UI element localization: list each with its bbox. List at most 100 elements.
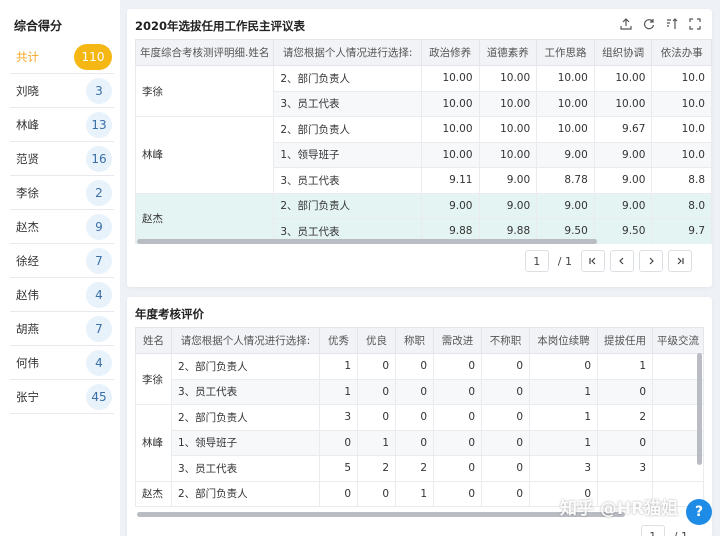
value-cell: 1	[529, 404, 598, 431]
fullscreen-icon[interactable]	[688, 17, 702, 31]
column-header[interactable]: 提拔任用	[597, 327, 653, 354]
sidebar-item[interactable]: 范贤 16	[10, 142, 114, 176]
value-cell: 10.00	[478, 65, 538, 92]
page-number-input[interactable]: 1	[524, 250, 549, 272]
annual-review-table: 姓名 请您根据个人情况进行选择: 优秀 优良 称职 需改进 不称职 本岗位续聘 提拔任用 平级交流…	[135, 327, 704, 507]
sidebar-item[interactable]: 刘晓 3	[10, 74, 114, 108]
column-header[interactable]: 政治修养	[420, 39, 480, 66]
table-row: 林峰 2、部门负责人 10.00 10.00 10.00 9.67 10.0	[135, 116, 712, 194]
last-page-icon	[677, 257, 684, 265]
column-header[interactable]: 平级交流	[652, 327, 704, 354]
next-page-button[interactable]	[639, 250, 663, 272]
column-header[interactable]: 请您根据个人情况进行选择:	[171, 327, 320, 354]
table-row: 1、领导班子 0 1 0 0 0 1 0	[136, 429, 704, 456]
respondent-type-cell: 1、领导班子	[171, 429, 320, 456]
value-cell: 10.00	[420, 116, 480, 143]
value-cell: 0	[597, 429, 653, 456]
sidebar-item[interactable]: 张宁 45	[10, 380, 114, 414]
column-header[interactable]: 称职	[395, 327, 434, 354]
panel-title: 2020年选拔任用工作民主评议表	[135, 19, 306, 33]
table-row: 李徐 2、部门负责人 1 0 0 0 0 0 1	[135, 353, 704, 405]
respondent-type-cell: 3、员工代表	[273, 167, 422, 194]
group-name-cell: 赵杰	[135, 192, 275, 244]
column-header[interactable]: 工作思路	[536, 39, 595, 66]
sidebar-item[interactable]: 赵杰 9	[10, 210, 114, 244]
horizontal-scrollbar[interactable]	[137, 512, 625, 517]
score-badge: 9	[86, 213, 112, 240]
first-page-icon	[589, 257, 596, 265]
column-header[interactable]: 优秀	[319, 327, 358, 354]
panel-toolbar	[619, 17, 702, 31]
value-cell: 0	[395, 404, 434, 431]
value-cell	[652, 353, 704, 380]
last-page-button[interactable]	[668, 250, 692, 272]
sidebar-item[interactable]: 共计 110	[10, 40, 114, 74]
refresh-icon[interactable]	[642, 17, 656, 31]
value-cell	[652, 429, 704, 456]
page-number-input[interactable]: 1	[640, 525, 665, 536]
sidebar-item-name: 何伟	[16, 355, 39, 370]
value-cell: 10.0	[651, 90, 712, 117]
column-header[interactable]: 组织协调	[593, 39, 653, 66]
sidebar-item[interactable]: 李徐 2	[10, 176, 114, 210]
value-cell: 2	[597, 404, 653, 431]
value-cell: 10.00	[478, 141, 538, 168]
first-page-button[interactable]	[581, 250, 605, 272]
sidebar-title: 综合得分	[14, 19, 63, 33]
value-cell: 9.00	[593, 192, 653, 219]
page-total: / 1	[557, 254, 572, 268]
column-header[interactable]: 本岗位续聘	[529, 327, 598, 354]
column-header[interactable]: 道德素养	[478, 39, 538, 66]
value-cell	[652, 404, 704, 431]
value-cell: 1	[529, 429, 598, 456]
value-cell: 10.00	[536, 90, 595, 117]
sort-icon[interactable]	[665, 17, 679, 31]
score-badge: 2	[86, 179, 112, 206]
sidebar-item[interactable]: 赵伟 4	[10, 278, 114, 312]
sidebar-item[interactable]: 何伟 4	[10, 346, 114, 380]
horizontal-scrollbar[interactable]	[137, 239, 597, 244]
value-cell: 0	[433, 378, 482, 405]
column-header[interactable]: 不称职	[481, 327, 530, 354]
value-cell: 1	[597, 353, 653, 380]
column-header[interactable]: 需改进	[433, 327, 482, 354]
value-cell: 9.00	[536, 141, 595, 168]
value-cell: 10.00	[420, 90, 480, 117]
value-cell: 9.11	[420, 167, 480, 194]
column-header[interactable]: 年度综合考核测评明细.姓名	[135, 39, 275, 66]
score-badge: 45	[86, 383, 112, 410]
value-cell: 10.00	[593, 90, 653, 117]
export-icon[interactable]	[619, 17, 633, 31]
prev-page-button[interactable]	[610, 250, 634, 272]
help-button[interactable]: ?	[686, 499, 712, 525]
score-badge: 13	[86, 111, 112, 138]
sidebar-item[interactable]: 徐经 7	[10, 244, 114, 278]
value-cell: 9.00	[478, 192, 538, 219]
score-badge: 7	[86, 247, 112, 274]
value-cell: 1	[357, 429, 396, 456]
group-name-cell: 林峰	[135, 404, 172, 482]
value-cell: 9.00	[478, 167, 538, 194]
value-cell: 0	[433, 353, 482, 380]
watermark: 知乎 @HR猫姐	[560, 499, 679, 519]
page-total: / 1	[673, 529, 688, 536]
value-cell: 0	[319, 429, 358, 456]
value-cell: 0	[395, 429, 434, 456]
column-header[interactable]: 依法办事	[651, 39, 712, 66]
vertical-scrollbar[interactable]	[697, 353, 702, 465]
sidebar-item-name: 徐经	[16, 253, 39, 268]
value-cell: 10.00	[478, 90, 538, 117]
sidebar-item-name: 李徐	[16, 185, 39, 200]
sidebar-item[interactable]: 胡燕 7	[10, 312, 114, 346]
sidebar-item[interactable]: 林峰 13	[10, 108, 114, 142]
column-header[interactable]: 姓名	[135, 327, 172, 354]
value-cell	[652, 378, 704, 405]
table-row: 3、员工代表 5 2 2 0 0 3 3	[136, 455, 704, 482]
value-cell: 0	[357, 378, 396, 405]
value-cell: 0	[395, 378, 434, 405]
pagination: 1 / 1	[524, 250, 692, 272]
column-header[interactable]: 优良	[357, 327, 396, 354]
score-badge: 110	[74, 43, 112, 70]
sidebar-item-name: 赵杰	[16, 219, 39, 234]
column-header[interactable]: 请您根据个人情况进行选择:	[273, 39, 422, 66]
